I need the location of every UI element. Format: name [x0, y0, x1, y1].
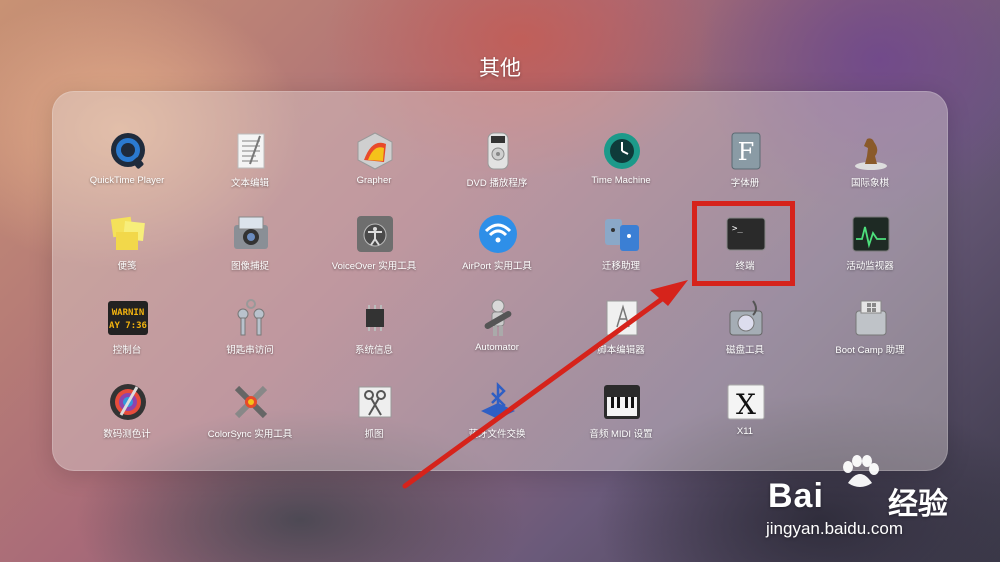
app-label: 活动监视器 [846, 261, 894, 272]
app-grapher[interactable]: Grapher [314, 130, 434, 200]
app-x11[interactable]: X X11 [685, 381, 805, 451]
svg-text:F: F [738, 138, 755, 166]
console-icon: WARNIN AY 7:36 [107, 297, 149, 339]
digital-color-meter-icon [107, 381, 149, 423]
app-grab[interactable]: 抓图 [314, 381, 434, 451]
app-label: ColorSync 实用工具 [207, 429, 293, 440]
app-label: DVD 播放程序 [466, 178, 528, 189]
app-label: 国际象棋 [850, 178, 889, 189]
app-label: 音频 MIDI 设置 [589, 429, 653, 440]
boot-camp-icon [850, 297, 892, 339]
app-image-capture[interactable]: 图像捕捉 [190, 213, 310, 283]
app-bluetooth-file-exchange[interactable]: 蓝牙文件交换 [437, 381, 557, 451]
console-icon-line2: AY 7:36 [109, 321, 147, 331]
app-label: 脚本编辑器 [597, 345, 645, 356]
watermark-url: jingyan.baidu.com [766, 519, 904, 538]
app-label: 字体册 [730, 178, 760, 189]
stickies-icon [107, 213, 149, 255]
app-label: 蓝牙文件交换 [468, 429, 526, 440]
app-colorsync-utility[interactable]: ColorSync 实用工具 [190, 381, 310, 451]
app-label: 抓图 [364, 429, 384, 440]
image-capture-icon [230, 213, 272, 255]
app-migration-assistant[interactable]: 迁移助理 [561, 213, 681, 283]
app-label: QuickTime Player [89, 175, 165, 186]
app-disk-utility[interactable]: 磁盘工具 [685, 297, 805, 367]
app-label: X11 [736, 426, 754, 437]
app-digital-color-meter[interactable]: 数码测色计 [67, 381, 187, 451]
app-keychain-access[interactable]: 钥匙串访问 [190, 297, 310, 367]
console-icon-line1: WARNIN [112, 308, 145, 318]
disk-utility-icon [725, 297, 767, 339]
chess-icon [850, 130, 892, 172]
dvd-player-icon [477, 130, 519, 172]
folder-title: 其他 [479, 57, 521, 80]
baidu-watermark: Bai 经验 jingyan.baidu.com [760, 455, 990, 555]
app-chess[interactable]: 国际象棋 [810, 130, 930, 200]
script-editor-icon [601, 297, 643, 339]
migration-assistant-icon [601, 213, 643, 255]
font-book-icon: F [725, 130, 767, 172]
app-automator[interactable]: Automator [437, 297, 557, 367]
app-label: Boot Camp 助理 [835, 345, 905, 356]
system-information-icon [354, 297, 396, 339]
activity-monitor-icon [850, 213, 892, 255]
app-script-editor[interactable]: 脚本编辑器 [561, 297, 681, 367]
app-label: 钥匙串访问 [226, 345, 274, 356]
colorsync-icon [230, 381, 272, 423]
bluetooth-icon [477, 381, 519, 423]
app-stickies[interactable]: 便笺 [67, 213, 187, 283]
app-label: Automator [475, 342, 519, 353]
grab-icon [354, 381, 396, 423]
quicktime-icon [107, 130, 149, 172]
app-label: AirPort 实用工具 [462, 261, 532, 272]
watermark-brand-suffix: 经验 [888, 488, 948, 521]
app-label: 控制台 [112, 345, 142, 356]
grapher-icon [354, 130, 396, 172]
app-console[interactable]: WARNIN AY 7:36 控制台 [67, 297, 187, 367]
app-label: 迁移助理 [601, 261, 640, 272]
app-label: Grapher [356, 175, 392, 186]
keychain-icon [230, 297, 272, 339]
app-label: 图像捕捉 [230, 261, 269, 272]
time-machine-icon [601, 130, 643, 172]
app-activity-monitor[interactable]: 活动监视器 [810, 213, 930, 283]
airport-icon [477, 213, 519, 255]
app-time-machine[interactable]: Time Machine [561, 130, 681, 200]
textedit-icon [230, 130, 272, 172]
app-font-book[interactable]: F 字体册 [685, 130, 805, 200]
paw-icon [843, 455, 879, 487]
app-label: 便笺 [117, 261, 137, 272]
voiceover-icon [354, 213, 396, 255]
app-label: Time Machine [591, 175, 651, 186]
app-label: 文本编辑 [230, 178, 269, 189]
app-textedit[interactable]: 文本编辑 [190, 130, 310, 200]
app-boot-camp-assistant[interactable]: Boot Camp 助理 [810, 297, 930, 367]
app-label: 系统信息 [354, 345, 393, 356]
x11-icon: X [725, 381, 767, 423]
watermark-brand: Bai [768, 477, 824, 515]
app-dvd-player[interactable]: DVD 播放程序 [437, 130, 557, 200]
app-audio-midi-setup[interactable]: 音频 MIDI 设置 [561, 381, 681, 451]
audio-midi-icon [601, 381, 643, 423]
app-system-information[interactable]: 系统信息 [314, 297, 434, 367]
app-voiceover-utility[interactable]: VoiceOver 实用工具 [314, 213, 434, 283]
app-quicktime-player[interactable]: QuickTime Player [67, 130, 187, 200]
app-label: VoiceOver 实用工具 [331, 261, 417, 272]
terminal-highlight-box [692, 201, 795, 286]
app-label: 数码测色计 [103, 429, 151, 440]
app-airport-utility[interactable]: AirPort 实用工具 [437, 213, 557, 283]
automator-icon [477, 297, 519, 339]
svg-text:X: X [736, 388, 756, 421]
app-label: 磁盘工具 [725, 345, 764, 356]
